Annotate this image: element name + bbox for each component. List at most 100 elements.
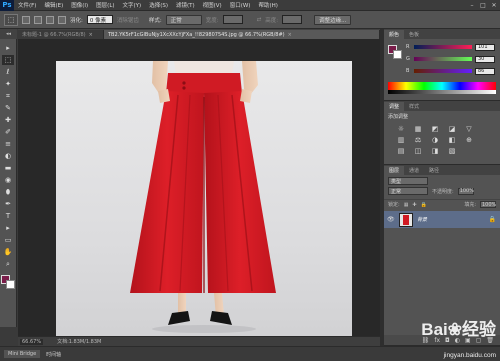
add-selection-icon[interactable] (34, 15, 42, 24)
healing-tool-icon[interactable]: ✚ (2, 115, 14, 125)
history-brush-tool-icon[interactable]: ◐ (2, 151, 14, 161)
menu-image[interactable]: 图像(I) (67, 1, 92, 9)
refine-edge-button[interactable]: 调整边缘... (314, 14, 352, 25)
menu-type[interactable]: 文字(Y) (119, 1, 146, 9)
layer-name[interactable]: 背景 (417, 216, 485, 223)
subtract-selection-icon[interactable] (46, 15, 54, 24)
layer-row-background[interactable]: 👁 背景 🔒 (384, 211, 500, 228)
background-color[interactable] (6, 280, 15, 289)
tab-channels[interactable]: 通道 (404, 166, 424, 175)
new-selection-icon[interactable] (22, 15, 30, 24)
tab-color[interactable]: 颜色 (384, 30, 405, 39)
brightness-icon[interactable]: ☼ (396, 125, 406, 133)
levels-icon[interactable]: ▦ (413, 125, 423, 133)
zoom-tool-icon[interactable]: ⌕ (2, 259, 14, 269)
panel-background-swatch[interactable] (393, 50, 402, 59)
type-tool-icon[interactable]: T (2, 211, 14, 221)
fill-input[interactable]: 100% (480, 201, 496, 208)
layer-mask-icon[interactable]: ◘ (445, 337, 450, 344)
lasso-tool-icon[interactable]: ℓ (2, 67, 14, 77)
stamp-tool-icon[interactable]: ≡ (2, 139, 14, 149)
dodge-tool-icon[interactable]: ⬮ (2, 187, 14, 197)
width-input[interactable] (222, 15, 243, 24)
quick-select-tool-icon[interactable]: ✦ (2, 79, 14, 89)
feather-input[interactable]: 0 像素 (86, 15, 113, 24)
vibrance-icon[interactable]: ▽ (464, 125, 474, 133)
blend-mode-select[interactable]: 正常 (388, 187, 428, 195)
style-select[interactable]: 正常 (165, 14, 202, 25)
close-icon[interactable]: ✕ (490, 1, 498, 9)
brush-tool-icon[interactable]: ✐ (2, 127, 14, 137)
antialias-checkbox[interactable]: 消除锯齿 (117, 16, 139, 24)
adjustment-layer-icon[interactable]: ◐ (455, 337, 460, 344)
height-input[interactable] (282, 15, 303, 24)
photo-filter-icon[interactable]: ◧ (447, 136, 457, 144)
green-value[interactable]: 30 (475, 55, 495, 63)
red-slider[interactable]: R 101 (406, 43, 498, 51)
layer-kind-filter[interactable]: 类型 (388, 177, 428, 185)
color-swatches[interactable] (1, 275, 15, 289)
close-tab-icon[interactable]: × (288, 32, 292, 38)
menu-file[interactable]: 文件(F) (14, 1, 40, 9)
layer-style-icon[interactable]: fx (434, 337, 440, 344)
tab-product-image[interactable]: TB2.YK5rF1cGlBuNjy1XcXXcYjFXa_!!82980754… (104, 30, 380, 39)
link-layers-icon[interactable]: ⛓ (422, 337, 430, 344)
color-balance-icon[interactable]: ⚖ (413, 136, 423, 144)
document-info[interactable]: 文档:1.83M/1.83M (57, 338, 101, 345)
black-white-icon[interactable]: ◑ (430, 136, 440, 144)
tab-layers[interactable]: 图层 (384, 166, 405, 175)
red-value[interactable]: 101 (475, 43, 495, 51)
crop-tool-icon[interactable]: ⌗ (2, 91, 14, 101)
tools-collapse-icon[interactable]: ◂◂ (0, 29, 17, 39)
exposure-icon[interactable]: ◪ (447, 125, 457, 133)
tab-timeline[interactable]: 时间轴 (42, 350, 65, 359)
eyedropper-tool-icon[interactable]: ✎ (2, 103, 14, 113)
threshold-icon[interactable]: ◨ (430, 147, 440, 155)
lock-position-icon[interactable]: ✚ (412, 202, 416, 208)
gradient-map-icon[interactable]: ▧ (447, 147, 457, 155)
minimize-icon[interactable]: – (468, 1, 476, 9)
new-layer-icon[interactable]: ▢ (476, 337, 482, 344)
channel-mixer-icon[interactable]: ⊕ (464, 136, 474, 144)
curves-icon[interactable]: ◩ (430, 125, 440, 133)
tab-mini-bridge[interactable]: Mini Bridge (4, 350, 41, 358)
zoom-level[interactable]: 66.67% (20, 338, 44, 345)
menu-help[interactable]: 帮助(H) (254, 1, 281, 9)
intersect-selection-icon[interactable] (58, 15, 66, 24)
tab-untitled[interactable]: 未标题-1 @ 66.7%(RGB/8) × (18, 30, 104, 39)
posterize-icon[interactable]: ◫ (413, 147, 423, 155)
tab-adjustments[interactable]: 调整 (384, 102, 405, 111)
hue-saturation-icon[interactable]: ▥ (396, 136, 406, 144)
blue-slider[interactable]: B 86 (406, 67, 498, 75)
opacity-input[interactable]: 100% (457, 187, 474, 195)
menu-filter[interactable]: 滤镜(T) (172, 1, 199, 9)
tab-swatches[interactable]: 色板 (404, 30, 424, 39)
green-slider[interactable]: G 30 (406, 55, 498, 63)
color-spectrum[interactable] (388, 82, 496, 94)
visibility-eye-icon[interactable]: 👁 (387, 216, 395, 223)
blue-value[interactable]: 86 (475, 67, 495, 75)
shape-tool-icon[interactable]: ▭ (2, 235, 14, 245)
pen-tool-icon[interactable]: ✒ (2, 199, 14, 209)
hand-tool-icon[interactable]: ✋ (2, 247, 14, 257)
swap-icon[interactable]: ⇄ (257, 17, 262, 23)
eraser-tool-icon[interactable]: ▬ (2, 163, 14, 173)
maximize-icon[interactable]: □ (479, 1, 487, 9)
invert-icon[interactable]: ▤ (396, 147, 406, 155)
path-select-tool-icon[interactable]: ▸ (2, 223, 14, 233)
lock-pixels-icon[interactable]: ▦ (404, 202, 409, 208)
document-canvas[interactable] (56, 61, 352, 336)
close-tab-icon[interactable]: × (89, 32, 93, 38)
menu-select[interactable]: 选择(S) (145, 1, 172, 9)
marquee-preset-icon[interactable]: ⬚ (4, 13, 18, 26)
gradient-tool-icon[interactable]: ◉ (2, 175, 14, 185)
tab-paths[interactable]: 路径 (424, 166, 444, 175)
move-tool-icon[interactable]: ▸ (2, 43, 14, 53)
tab-styles[interactable]: 样式 (404, 102, 424, 111)
menu-window[interactable]: 窗口(W) (226, 1, 255, 9)
marquee-tool-icon[interactable]: ⬚ (2, 55, 14, 65)
lock-all-icon[interactable]: 🔒 (421, 202, 427, 208)
canvas-workspace[interactable] (18, 39, 380, 336)
menu-edit[interactable]: 编辑(E) (40, 1, 67, 9)
delete-layer-icon[interactable]: 🗑 (486, 337, 494, 344)
